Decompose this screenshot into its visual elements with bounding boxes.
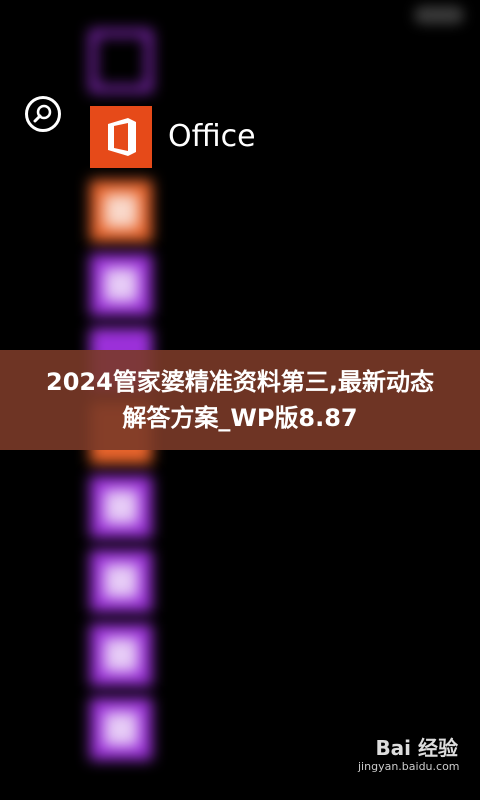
people-tile [90,476,152,538]
phone-icon [104,564,138,598]
photo-icon [104,638,138,672]
office-lens-tile [90,180,152,242]
photos-icon [104,712,138,746]
people-icon [104,490,138,524]
phone-tile [90,550,152,612]
onenote-tile [90,254,152,316]
app-item-people[interactable] [90,476,450,538]
phone-screen: Office 2024管家婆精准资料第三,最新动态解答方案_WP版8.87 Ba… [0,0,480,800]
app-item-office-lens[interactable] [90,180,450,242]
watermark: Bai 经验 jingyan.baidu.com [358,736,460,786]
photos-tile [90,698,152,760]
watermark-brand: Bai 经验 [375,736,458,760]
title-banner: 2024管家婆精准资料第三,最新动态解答方案_WP版8.87 [0,350,480,450]
app-item-top[interactable] [90,30,450,92]
photo-tile [90,624,152,686]
watermark-url: jingyan.baidu.com [358,760,460,773]
office-tile [90,106,152,168]
app-item-photo[interactable] [90,624,450,686]
banner-title: 2024管家婆精准资料第三,最新动态解答方案_WP版8.87 [46,368,434,432]
app-item-office[interactable]: Office [90,106,450,168]
app-item-onenote[interactable] [90,254,450,316]
app-label-office: Office [168,119,256,154]
app-tile-icon [90,30,152,92]
app-item-phone[interactable] [90,550,450,612]
office-icon [108,118,136,156]
office-lens-icon [104,194,138,228]
onenote-icon [104,268,138,302]
